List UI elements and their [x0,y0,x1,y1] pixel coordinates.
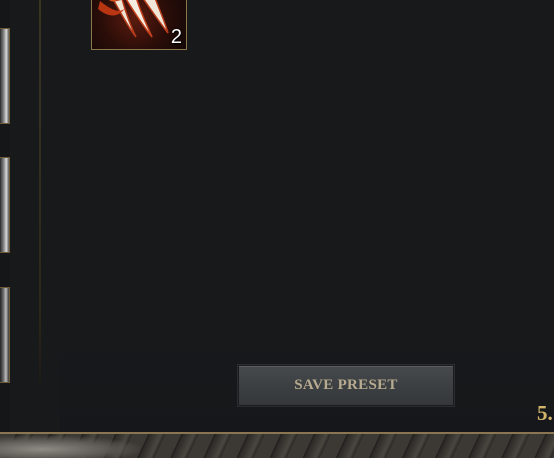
portrait-thumbnail-1[interactable] [0,28,10,124]
panel-divider [39,0,41,386]
save-preset-button[interactable]: SAVE PRESET [238,365,454,406]
portrait-thumbnail-2[interactable] [0,157,10,253]
portrait-thumbnail-3[interactable] [0,287,10,383]
left-panel-strip [0,0,10,432]
footer-stone-decoration [0,436,140,458]
skill-count: 2 [170,26,182,48]
skill-slot[interactable]: 2 [91,0,187,50]
corner-value: 5. [537,401,553,425]
